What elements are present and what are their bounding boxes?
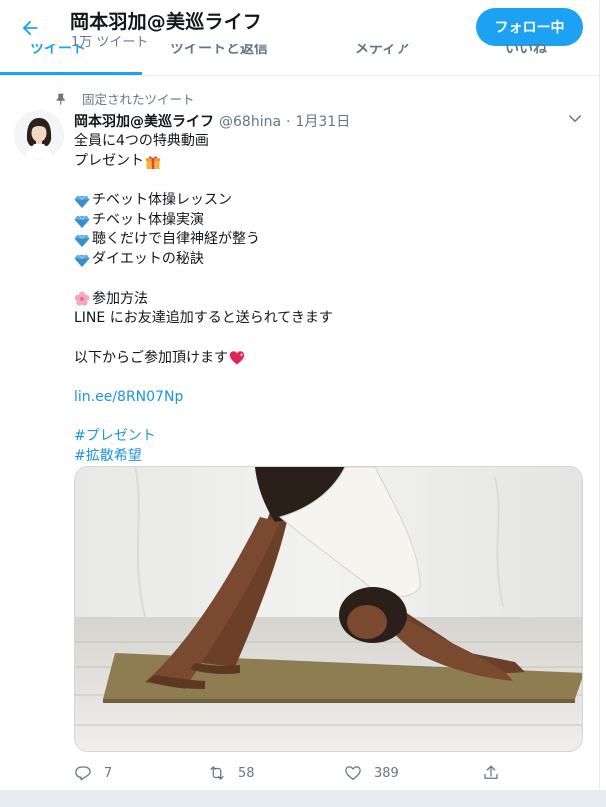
- tweet-line: プレゼント: [74, 152, 584, 172]
- pinned-indicator: 固定されたツイート: [54, 89, 195, 108]
- tab-tweets[interactable]: ツイート: [30, 44, 86, 58]
- cherry-blossom-emoji: [74, 291, 90, 307]
- chevron-down-icon[interactable]: [566, 110, 584, 128]
- tweet-date[interactable]: 1月31日: [295, 111, 350, 131]
- tweet-line: 全員に4つの特典動画: [74, 133, 209, 149]
- tweet-header: 岡本羽加@美巡ライフ @68hina · 1月31日: [74, 111, 350, 131]
- tweet-line: lin.ee/8RN07Np: [74, 388, 584, 408]
- tweet-link[interactable]: lin.ee/8RN07Np: [74, 388, 183, 408]
- gem-emoji: [74, 195, 90, 208]
- tweet-line: ダイエットの秘訣: [74, 250, 584, 270]
- tab-likes[interactable]: いいね: [505, 44, 547, 58]
- tweet-media-image[interactable]: [74, 466, 583, 752]
- author-name[interactable]: 岡本羽加@美巡ライフ: [74, 111, 214, 131]
- gem-emoji: [74, 215, 90, 228]
- reply-count: 7: [104, 765, 113, 781]
- retweet-count: 58: [238, 765, 255, 781]
- reply-button[interactable]: 7: [74, 764, 112, 782]
- profile-name: 岡本羽加@美巡ライフ: [70, 11, 263, 33]
- retweet-icon: [210, 766, 224, 780]
- share-button[interactable]: [482, 764, 512, 782]
- separator-dot: ·: [286, 114, 291, 130]
- back-button[interactable]: [12, 10, 48, 46]
- hashtag-link[interactable]: #拡散希望: [74, 447, 142, 467]
- pinned-label: 固定されたツイート: [82, 92, 195, 107]
- tweet-line: 聴くだけで自律神経が整う: [74, 230, 584, 250]
- timeline-divider: [0, 790, 606, 807]
- profile-tabs: ツイート ツイートと返信 メディア いいね: [0, 44, 600, 76]
- active-tab-indicator: [0, 72, 142, 75]
- tweet-line: チベット体操レッスン: [74, 191, 584, 211]
- tweet-line: LINE にお友達追加すると送られてきます: [74, 310, 333, 327]
- gem-emoji: [74, 235, 90, 248]
- avatar[interactable]: [14, 110, 64, 160]
- retweet-button[interactable]: 58: [208, 764, 255, 782]
- like-count: 389: [374, 765, 399, 781]
- tab-tweets-and-replies[interactable]: ツイートと返信: [170, 44, 268, 58]
- hashtag-link[interactable]: #プレゼント: [74, 427, 156, 447]
- tweet-line: 参加方法: [74, 290, 584, 310]
- tweet-line: #拡散希望: [74, 447, 584, 467]
- heart-icon: [345, 766, 361, 781]
- arrow-left-icon: [22, 20, 38, 36]
- tab-media[interactable]: メディア: [355, 44, 410, 58]
- author-handle[interactable]: @68hina: [219, 114, 281, 130]
- gift-emoji: [145, 155, 161, 169]
- tweet-actions: 7 58 389: [74, 764, 584, 786]
- gem-emoji: [74, 254, 90, 267]
- tweet-line: #プレゼント: [74, 427, 584, 447]
- tweet-line: チベット体操実演: [74, 211, 584, 231]
- share-icon: [484, 765, 498, 779]
- like-button[interactable]: 389: [344, 764, 399, 782]
- following-button[interactable]: フォロー中: [476, 8, 583, 46]
- pin-icon: [56, 93, 65, 105]
- tweet-text: 全員に4つの特典動画 プレゼント チベット体操レッスン チベット体操実演 聴くだ…: [74, 132, 584, 467]
- pinned-tweet[interactable]: 固定されたツイート 岡本羽加@美巡ライフ @68hina · 1月31日 全員に…: [0, 76, 600, 790]
- tweet-line: 以下からご参加頂けます: [74, 349, 584, 369]
- reply-icon: [75, 766, 91, 781]
- sparkling-heart-emoji: [229, 351, 245, 365]
